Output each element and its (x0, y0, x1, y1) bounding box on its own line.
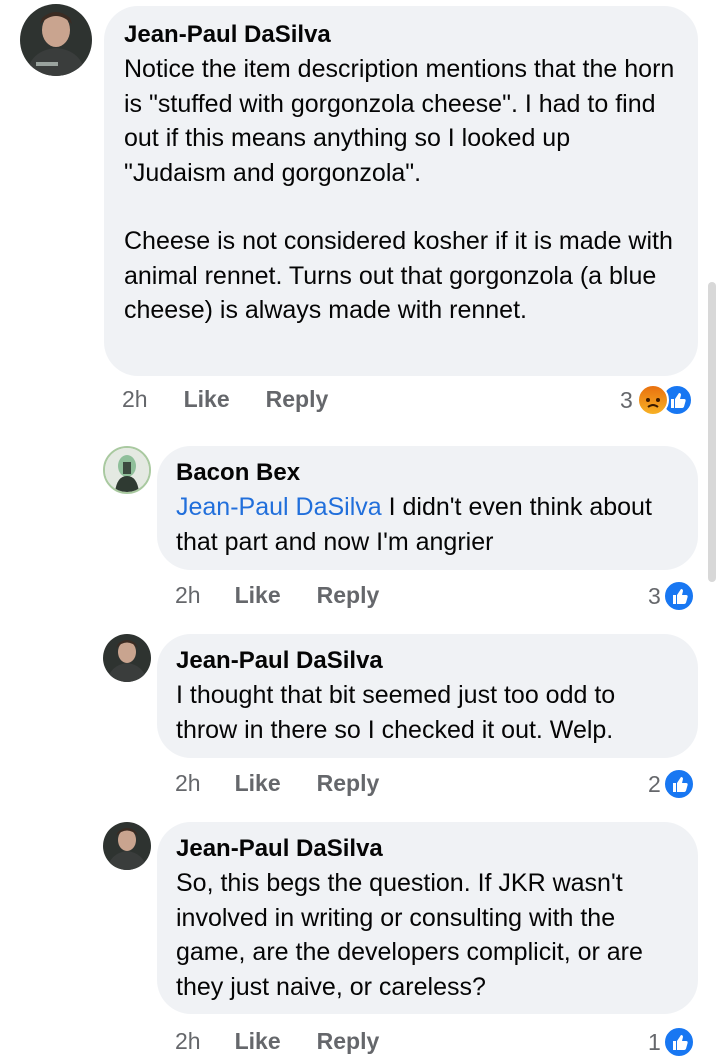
like-button[interactable]: Like (184, 386, 230, 413)
avatar[interactable] (103, 822, 151, 870)
comment-bubble: Jean-Paul DaSilva Notice the item descri… (104, 6, 698, 376)
mention-link[interactable]: Jean-Paul DaSilva (176, 493, 382, 521)
reactions[interactable]: 2 (648, 768, 695, 800)
comment-text: Notice the item description mentions tha… (124, 55, 675, 187)
comment-actions: 2h Like Reply (175, 770, 379, 797)
like-button[interactable]: Like (235, 582, 281, 609)
scrollbar[interactable] (708, 282, 716, 582)
comment-text: So, this begs the question. If JKR wasn'… (176, 869, 643, 1001)
comment-bubble: Bacon Bex Jean-Paul DaSilva I didn't eve… (157, 446, 698, 570)
reaction-count: 3 (648, 582, 661, 609)
like-button[interactable]: Like (235, 1028, 281, 1055)
comment-text: Cheese is not considered kosher if it is… (124, 227, 673, 324)
reply-button[interactable]: Reply (317, 1028, 380, 1055)
comment-author[interactable]: Bacon Bex (176, 458, 679, 488)
reactions[interactable]: 3 (648, 580, 695, 612)
comment-text: I thought that bit seemed just too odd t… (176, 681, 616, 744)
comment-time[interactable]: 2h (122, 386, 148, 413)
reply-button[interactable]: Reply (317, 582, 380, 609)
avatar[interactable] (20, 4, 92, 76)
reply-button[interactable]: Reply (266, 386, 329, 413)
comment-actions: 2h Like Reply (122, 386, 328, 413)
like-reaction-icon (662, 580, 695, 612)
reactions[interactable]: 1 (648, 1026, 695, 1058)
comment-actions: 2h Like Reply (175, 1028, 379, 1055)
reaction-count: 3 (620, 386, 633, 413)
comment-time[interactable]: 2h (175, 1028, 201, 1055)
comment-actions: 2h Like Reply (175, 582, 379, 609)
comment-author[interactable]: Jean-Paul DaSilva (176, 646, 679, 676)
comment-bubble: Jean-Paul DaSilva So, this begs the ques… (157, 822, 698, 1014)
comment-time[interactable]: 2h (175, 582, 201, 609)
avatar[interactable] (103, 634, 151, 682)
comment-author[interactable]: Jean-Paul DaSilva (124, 20, 678, 50)
like-reaction-icon (662, 768, 695, 800)
avatar[interactable] (103, 446, 151, 494)
comment-time[interactable]: 2h (175, 770, 201, 797)
reaction-count: 2 (648, 770, 661, 797)
comment-text: Jean-Paul DaSilva I didn't even think ab… (176, 490, 679, 559)
reaction-count: 1 (648, 1028, 661, 1055)
like-reaction-icon (662, 1026, 695, 1058)
comment-bubble: Jean-Paul DaSilva I thought that bit see… (157, 634, 698, 758)
reply-button[interactable]: Reply (317, 770, 380, 797)
comment-author[interactable]: Jean-Paul DaSilva (176, 834, 679, 864)
like-button[interactable]: Like (235, 770, 281, 797)
reactions[interactable]: 3 (620, 384, 693, 416)
angry-reaction-icon (636, 384, 669, 416)
